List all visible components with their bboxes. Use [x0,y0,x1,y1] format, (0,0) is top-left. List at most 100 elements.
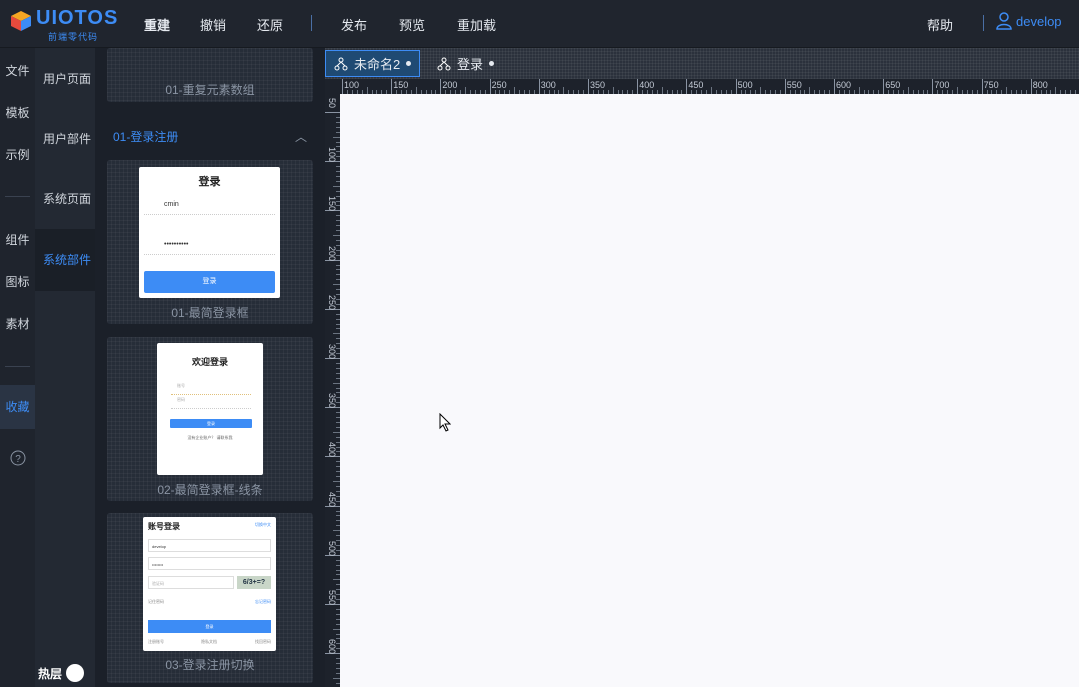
toggle-knob[interactable] [66,664,85,682]
ruler-label: 50 [327,98,337,109]
ruler-label: 700 [934,80,950,90]
ruler-tick [325,112,340,113]
ruler-label: 200 [327,245,337,261]
ruler-label: 300 [540,80,556,90]
card-caption: 01-最简登录框 [171,306,249,320]
nav-favorites[interactable]: 收藏 [0,385,35,429]
undo-button[interactable]: 撤销 [200,15,226,34]
ruler-minor-tick [333,185,340,187]
ruler-label: 150 [393,80,409,90]
svg-text:?: ? [15,454,21,465]
logo-cube-icon [11,11,31,31]
ruler-minor-tick [333,628,340,630]
card-caption: 03-登录注册切换 [165,658,255,672]
thumb-login-button: 登录 [170,419,252,428]
login-thumbnail: 欢迎登录 账号 密码 登录 没有企业账户？ 请联系我 [157,343,263,475]
tab-label: 未命名2 [354,57,401,72]
nav-template[interactable]: 模板 [0,104,35,121]
node-graph-icon [437,57,451,70]
ruler-minor-tick [366,87,368,94]
widget-card[interactable]: 账号登录 切换中文 develop •••••••• 验证码 6/3+=? 记住… [107,513,313,683]
ruler-tick [637,79,639,94]
reload-button[interactable]: 重加载 [457,15,496,34]
tab-untitled[interactable]: 未命名2 [325,50,421,77]
ruler-label: 600 [836,80,852,90]
ruler-minor-tick [711,87,712,94]
menu-separator [311,15,312,31]
user-menu[interactable]: develop [996,12,1062,30]
nav-material[interactable]: 素材 [0,315,35,332]
help-circle-icon[interactable]: ? [0,450,35,469]
thumb-captcha: 6/3+=? [237,576,271,589]
ruler-label: 100 [344,80,360,90]
ruler-tick [489,79,491,94]
widget-card[interactable]: 01-重复元素数组 [107,48,313,102]
subnav-user-widgets[interactable]: 用户部件 [35,108,95,170]
subnav-system-pages[interactable]: 系统页面 [35,168,95,230]
logo-subtitle: 前端零代码 [48,32,99,42]
ruler-tick [735,79,737,94]
ruler-label: 650 [885,80,901,90]
publish-button[interactable]: 发布 [341,15,367,34]
ruler-label: 800 [1032,80,1048,90]
thumb-link: 注册账号 [148,639,164,644]
nav-example[interactable]: 示例 [0,146,35,163]
ruler-minor-tick [415,87,417,94]
logo-text: UIOTOS [36,7,119,29]
toggle-label: 热层 [38,666,63,681]
ruler-label: 300 [327,344,337,360]
ruler-minor-tick [333,677,340,679]
ruler-minor-tick [333,136,340,138]
thumb-switch: 切换中文 [255,522,271,527]
design-canvas[interactable] [340,94,1079,687]
ruler-minor-tick [514,87,516,94]
ruler-minor-tick [333,481,340,482]
subnav-user-pages[interactable]: 用户页面 [35,48,95,110]
ruler-minor-tick [858,87,860,94]
help-link[interactable]: 帮助 [927,15,953,34]
chevron-up-icon[interactable]: ︿ [295,128,307,145]
tab-bar: 未命名2 登录 [325,48,1079,79]
redo-button[interactable]: 还原 [257,15,283,34]
widget-card[interactable]: 登录 cmin •••••••••• 登录 01-最简登录框 [107,160,313,324]
ruler-minor-tick [809,87,811,94]
ruler-minor-tick [465,87,466,94]
mouse-cursor-icon [439,413,451,432]
rebuild-button[interactable]: 重建 [144,15,170,34]
section-title[interactable]: 01-登录注册 [113,128,178,145]
login-thumbnail: 登录 cmin •••••••••• 登录 [139,167,280,298]
ruler-label: 250 [491,80,507,90]
menu-separator [983,15,984,31]
ruler-tick [538,79,540,94]
ruler-minor-tick [333,333,340,335]
thumb-forgot: 忘记密码 [255,599,271,604]
thumb-footer: 没有企业账户？ 请联系我 [187,435,233,440]
ruler-tick [981,79,983,94]
ruler-label: 500 [327,540,337,556]
widget-card[interactable]: 欢迎登录 账号 密码 登录 没有企业账户？ 请联系我 02-最简登录框-线条 [107,337,313,501]
ruler-tick [1030,79,1032,94]
hot-layer-toggle[interactable]: 热层 [38,664,85,682]
nav-divider [5,366,30,367]
ruler-tick [784,79,786,94]
nav-file[interactable]: 文件 [0,62,35,79]
ruler-minor-tick [333,579,340,581]
ruler-label: 100 [327,147,337,163]
ruler-minor-tick [760,87,762,94]
ruler-minor-tick [661,87,663,94]
tab-login[interactable]: 登录 [429,50,502,77]
ruler-label: 600 [327,639,337,655]
editor-area: 未命名2 登录 100 150 200 250 300 350 400 450 500 550 60… [325,48,1079,687]
ruler-tick [834,79,835,94]
thumb-link: 找回密码 [255,639,271,644]
unsaved-dot [489,61,495,66]
nav-icon[interactable]: 图标 [0,273,35,290]
preview-button[interactable]: 预览 [399,15,425,34]
thumb-link: 隐私文档 [201,639,217,644]
ruler-label: 400 [639,80,655,90]
thumb-title: 账号登录 [148,522,180,531]
ruler-label: 550 [786,80,802,90]
unsaved-dot [406,61,412,66]
nav-component[interactable]: 组件 [0,231,35,248]
subnav-system-widgets[interactable]: 系统部件 [35,229,95,291]
